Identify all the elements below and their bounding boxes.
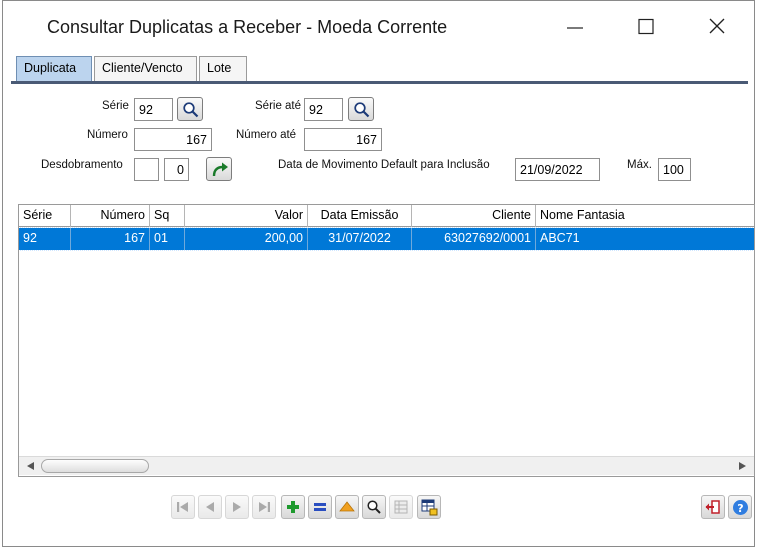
serie-input[interactable] bbox=[134, 98, 173, 121]
last-record-icon bbox=[259, 502, 270, 512]
window-title: Consultar Duplicatas a Receber - Moeda C… bbox=[47, 17, 448, 37]
grid-header: Série Número Sq Valor Data Emissão Clien… bbox=[19, 205, 754, 227]
col-sq-header[interactable]: Sq bbox=[150, 205, 185, 227]
refresh-button[interactable] bbox=[206, 157, 232, 181]
desdobramento-label: Desdobramento bbox=[41, 159, 123, 171]
minimize-icon bbox=[567, 27, 583, 29]
serie-ate-input[interactable] bbox=[304, 98, 343, 121]
col-cliente-header[interactable]: Cliente bbox=[412, 205, 536, 227]
help-icon: ? bbox=[733, 500, 748, 515]
cell-nome-fantasia: ABC71 bbox=[540, 231, 580, 245]
desdobramento-input[interactable] bbox=[134, 158, 159, 181]
cell-data-emissao: 31/07/2022 bbox=[308, 228, 412, 250]
edit-record-button[interactable] bbox=[308, 495, 332, 519]
title-bar: Consultar Duplicatas a Receber - Moeda C… bbox=[3, 1, 754, 53]
cell-numero: 167 bbox=[71, 228, 150, 250]
help-button[interactable]: ? bbox=[728, 495, 752, 519]
svg-text:?: ? bbox=[737, 502, 743, 515]
scroll-left-icon[interactable] bbox=[23, 459, 39, 473]
horizontal-scrollbar[interactable] bbox=[19, 456, 754, 475]
max-input[interactable] bbox=[658, 158, 691, 181]
tab-lote[interactable]: Lote bbox=[199, 56, 247, 81]
first-record-icon bbox=[177, 502, 188, 512]
minimize-button[interactable] bbox=[553, 9, 597, 45]
serie-ate-search-button[interactable] bbox=[348, 97, 374, 121]
serie-label: Série bbox=[102, 100, 129, 112]
data-movimento-label: Data de Movimento Default para Inclusão bbox=[278, 159, 490, 171]
table-row[interactable]: 92 167 01 200,00 31/07/2022 63027692/000… bbox=[19, 227, 754, 251]
cell-sq: 01 bbox=[150, 228, 185, 250]
plus-icon bbox=[287, 501, 299, 513]
search-icon bbox=[183, 102, 199, 118]
tab-divider bbox=[11, 81, 748, 84]
grid-icon bbox=[394, 500, 408, 514]
next-record-icon bbox=[233, 502, 241, 512]
prior-record-icon bbox=[206, 502, 214, 512]
grid-view-button[interactable] bbox=[389, 495, 413, 519]
serie-search-button[interactable] bbox=[177, 97, 203, 121]
numero-input[interactable] bbox=[134, 128, 212, 151]
search-icon bbox=[367, 500, 381, 514]
exit-door-icon bbox=[705, 500, 720, 514]
serie-ate-label: Série até bbox=[255, 100, 302, 112]
post-record-button[interactable] bbox=[335, 495, 359, 519]
triangle-up-icon bbox=[339, 501, 355, 512]
scroll-right-icon[interactable] bbox=[734, 459, 750, 473]
next-record-button[interactable] bbox=[225, 495, 249, 519]
app-window: Consultar Duplicatas a Receber - Moeda C… bbox=[2, 0, 755, 547]
search-icon bbox=[354, 102, 370, 118]
results-grid[interactable]: Série Número Sq Valor Data Emissão Clien… bbox=[18, 204, 755, 477]
cell-cliente: 63027692/0001 bbox=[412, 228, 536, 250]
insert-record-button[interactable] bbox=[281, 495, 305, 519]
export-button[interactable] bbox=[417, 495, 441, 519]
desdobramento-seq-input[interactable] bbox=[164, 158, 189, 181]
first-record-button[interactable] bbox=[171, 495, 195, 519]
numero-ate-label: Número até bbox=[236, 129, 297, 141]
scroll-thumb[interactable] bbox=[41, 459, 149, 473]
last-record-button[interactable] bbox=[252, 495, 276, 519]
col-nome-fantasia-header[interactable]: Nome Fantasia bbox=[536, 205, 754, 227]
col-data-emissao-header[interactable]: Data Emissão bbox=[308, 205, 412, 227]
export-table-icon bbox=[421, 499, 438, 516]
numero-label: Número bbox=[87, 129, 128, 141]
data-movimento-input[interactable] bbox=[515, 158, 600, 181]
maximize-icon bbox=[638, 18, 654, 35]
maximize-button[interactable] bbox=[624, 9, 668, 45]
close-icon bbox=[709, 18, 725, 34]
close-button[interactable] bbox=[695, 9, 739, 45]
cell-valor: 200,00 bbox=[185, 228, 308, 250]
col-serie-header[interactable]: Série bbox=[19, 205, 71, 227]
tab-cliente-vencto[interactable]: Cliente/Vencto bbox=[94, 56, 197, 81]
numero-ate-input[interactable] bbox=[304, 128, 382, 151]
col-valor-header[interactable]: Valor bbox=[185, 205, 308, 227]
redo-arrow-icon bbox=[212, 162, 228, 177]
max-label: Máx. bbox=[627, 159, 652, 171]
tab-duplicata[interactable]: Duplicata bbox=[16, 56, 92, 81]
cell-serie: 92 bbox=[19, 228, 71, 250]
equals-icon bbox=[314, 503, 326, 511]
exit-button[interactable] bbox=[701, 495, 725, 519]
search-record-button[interactable] bbox=[362, 495, 386, 519]
col-numero-header[interactable]: Número bbox=[71, 205, 150, 227]
prior-record-button[interactable] bbox=[198, 495, 222, 519]
